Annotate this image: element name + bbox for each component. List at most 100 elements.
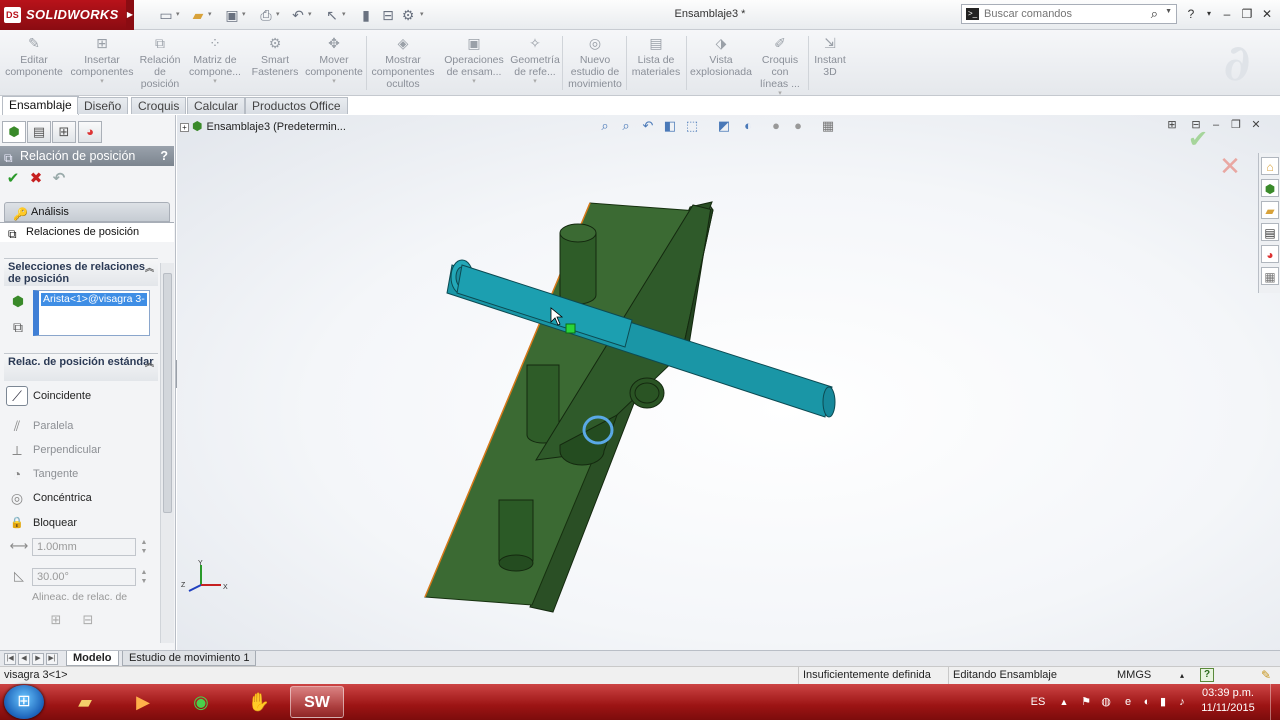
cmd-edit-component-button[interactable]: ✎ Editar componente: [2, 32, 66, 94]
chrome-icon[interactable]: ◉: [174, 686, 228, 718]
save-icon[interactable]: ▣: [222, 6, 242, 24]
rebuild-warning-icon[interactable]: ✎: [1258, 668, 1274, 682]
appearances-icon[interactable]: ◕: [1261, 245, 1279, 263]
tab-diseno[interactable]: Diseño: [77, 97, 129, 114]
multiple-mate-mode-icon[interactable]: ⧉: [8, 317, 28, 337]
chevron-down-icon[interactable]: ▾: [186, 78, 244, 86]
tab-relaciones-de-posicion[interactable]: ⧉ Relaciones de posición: [0, 222, 174, 242]
undo-dropdown-icon[interactable]: ▾: [308, 7, 316, 23]
cmd-mate-button[interactable]: ⧉ Relación de posición: [138, 32, 182, 94]
apply-scene-icon[interactable]: ●: [789, 117, 807, 135]
cmd-instant3d-button[interactable]: ⇲ Instant 3D: [810, 32, 850, 94]
selected-entity-item[interactable]: Arista<1>@visagra 3-: [41, 293, 147, 306]
search-input[interactable]: [984, 6, 1144, 22]
taskbar-clock[interactable]: 03:39 p.m. 11/11/2015: [1192, 686, 1264, 716]
action-center-flag-icon[interactable]: ⚑: [1078, 684, 1094, 720]
assembly-model[interactable]: [177, 115, 1280, 650]
display-style-icon[interactable]: ◩: [715, 117, 733, 135]
zoom-to-area-icon[interactable]: ⌕: [617, 117, 635, 135]
cmd-motion-study-button[interactable]: ◎ Nuevo estudio de movimiento: [566, 32, 624, 94]
solidworks-taskbar-icon[interactable]: SW: [290, 686, 344, 718]
restore-icon[interactable]: ❐: [1238, 6, 1256, 22]
status-units[interactable]: MMGS: [1113, 667, 1151, 685]
undo-mate-icon[interactable]: ↶: [50, 170, 68, 188]
standard-mates-group-header[interactable]: Relac. de posición estándar ︽: [4, 353, 158, 381]
hinge-knuckle-top[interactable]: [559, 223, 597, 243]
cmd-pattern-button[interactable]: ⁘ Matriz de compone... ▾: [186, 32, 244, 94]
hinge-knuckle-end[interactable]: [498, 554, 534, 572]
anti-aligned-icon[interactable]: ⊟: [78, 612, 98, 630]
open-dropdown-icon[interactable]: ▾: [208, 7, 216, 23]
volume-icon[interactable]: ♪: [1174, 684, 1190, 720]
cmd-exploded-view-button[interactable]: ⬗ Vista explosionada: [688, 32, 754, 94]
cmd-move-component-button[interactable]: ✥ Mover componente ▾: [304, 32, 364, 94]
status-help-icon[interactable]: ?: [1200, 668, 1214, 682]
distance-field[interactable]: [32, 538, 136, 556]
new-dropdown-icon[interactable]: ▾: [176, 7, 184, 23]
next-tab-icon[interactable]: ▶: [32, 653, 44, 665]
explorer-icon[interactable]: ▰: [58, 686, 112, 718]
confirm-cancel-x-icon[interactable]: ✕: [1217, 153, 1243, 179]
design-library-icon[interactable]: ⬢: [1261, 179, 1279, 197]
language-indicator[interactable]: ES: [1026, 684, 1050, 720]
cmd-assembly-features-button[interactable]: ▣ Operaciones de ensam... ▾: [440, 32, 508, 94]
solidworks-logo[interactable]: DS SOLIDWORKS: [0, 0, 126, 30]
battery-icon[interactable]: ▮: [1156, 684, 1170, 720]
collapse-chevron-icon[interactable]: ︽: [145, 262, 154, 274]
tab-estudio-de-movimiento[interactable]: Estudio de movimiento 1: [122, 651, 257, 666]
undo-icon[interactable]: ↶: [288, 6, 308, 24]
tray-expand-icon[interactable]: ▲: [1058, 684, 1070, 720]
search-dropdown-icon[interactable]: ▼: [1165, 8, 1172, 15]
custom-properties-icon[interactable]: ▦: [1261, 267, 1279, 285]
cancel-x-icon[interactable]: ✖: [27, 170, 45, 188]
last-tab-icon[interactable]: ▶|: [46, 653, 58, 665]
mate-parallel-option[interactable]: ⫽ Paralela: [6, 415, 156, 437]
tab-ensamblaje[interactable]: Ensamblaje: [2, 96, 79, 115]
hide-show-icon[interactable]: ◐: [739, 117, 757, 135]
expand-icon[interactable]: +: [180, 123, 189, 132]
cmd-show-hidden-button[interactable]: ◈ Mostrar componentes ocultos: [370, 32, 436, 94]
network-icon[interactable]: ◍: [1098, 684, 1114, 720]
chevron-down-icon[interactable]: ▾: [508, 78, 562, 86]
cmd-explode-line-sketch-button[interactable]: ✐ Croquis con líneas ... ▾: [756, 32, 804, 97]
cmd-smart-fasteners-button[interactable]: ⚙ Smart Fasteners: [248, 32, 302, 94]
help-icon[interactable]: ?: [1182, 6, 1200, 22]
sync-icon[interactable]: ◐: [1140, 684, 1154, 720]
viewport-restore-icon[interactable]: ❐: [1228, 117, 1244, 133]
solidworks-resources-icon[interactable]: ⌂: [1261, 157, 1279, 175]
print-dropdown-icon[interactable]: ▾: [276, 7, 284, 23]
viewport-close-icon[interactable]: ✕: [1248, 117, 1264, 133]
help-dropdown-icon[interactable]: ▾: [1200, 6, 1218, 22]
select-dropdown-icon[interactable]: ▾: [342, 7, 350, 23]
feature-manager-tab-icon[interactable]: ⬢: [2, 121, 26, 143]
file-explorer-icon[interactable]: ▰: [1261, 201, 1279, 219]
edit-appearance-icon[interactable]: ●: [767, 117, 785, 135]
zoom-to-fit-icon[interactable]: ⌕: [596, 117, 614, 135]
mate-perpendicular-option[interactable]: ⟂ Perpendicular: [6, 439, 156, 461]
mate-tangent-option[interactable]: ◔ Tangente: [6, 463, 156, 485]
aligned-icon[interactable]: ⊞: [46, 612, 66, 630]
mate-coincident-option[interactable]: ⟋ Coincidente: [6, 385, 156, 407]
configuration-manager-tab-icon[interactable]: ⊞: [52, 121, 76, 143]
rebuild-icon[interactable]: ▮: [356, 6, 376, 24]
new-document-icon[interactable]: ▭: [156, 6, 176, 24]
select-icon[interactable]: ↖: [322, 6, 342, 24]
options-icon[interactable]: ⚙: [398, 6, 418, 24]
units-dropdown-icon[interactable]: ▴: [1176, 667, 1184, 685]
confirm-ok-check-icon[interactable]: ✔: [1185, 127, 1211, 153]
command-search[interactable]: >_ ⌕ ▼: [961, 4, 1177, 24]
mate-concentric-option[interactable]: ◎ Concéntrica: [6, 487, 156, 509]
tab-analisis[interactable]: 🔑 Análisis: [4, 202, 170, 222]
tab-modelo[interactable]: Modelo: [66, 651, 119, 666]
tab-calcular[interactable]: Calcular: [187, 97, 246, 114]
angle-field[interactable]: [32, 568, 136, 586]
cmd-reference-geometry-button[interactable]: ✧ Geometría de refe... ▾: [508, 32, 562, 94]
options-dropdown-icon[interactable]: ▾: [420, 7, 428, 23]
tab-productos-office[interactable]: Productos Office: [245, 97, 348, 114]
first-tab-icon[interactable]: |◀: [4, 653, 16, 665]
screen-recorder-icon[interactable]: ✋: [232, 686, 286, 718]
menu-expand-arrow-icon[interactable]: ▶: [126, 0, 134, 30]
display-manager-tab-icon[interactable]: ◕: [78, 121, 102, 143]
feature-tree-root[interactable]: + ⬢ Ensamblaje3 (Predetermin...: [180, 119, 346, 133]
search-icon[interactable]: ⌕: [1151, 6, 1158, 22]
